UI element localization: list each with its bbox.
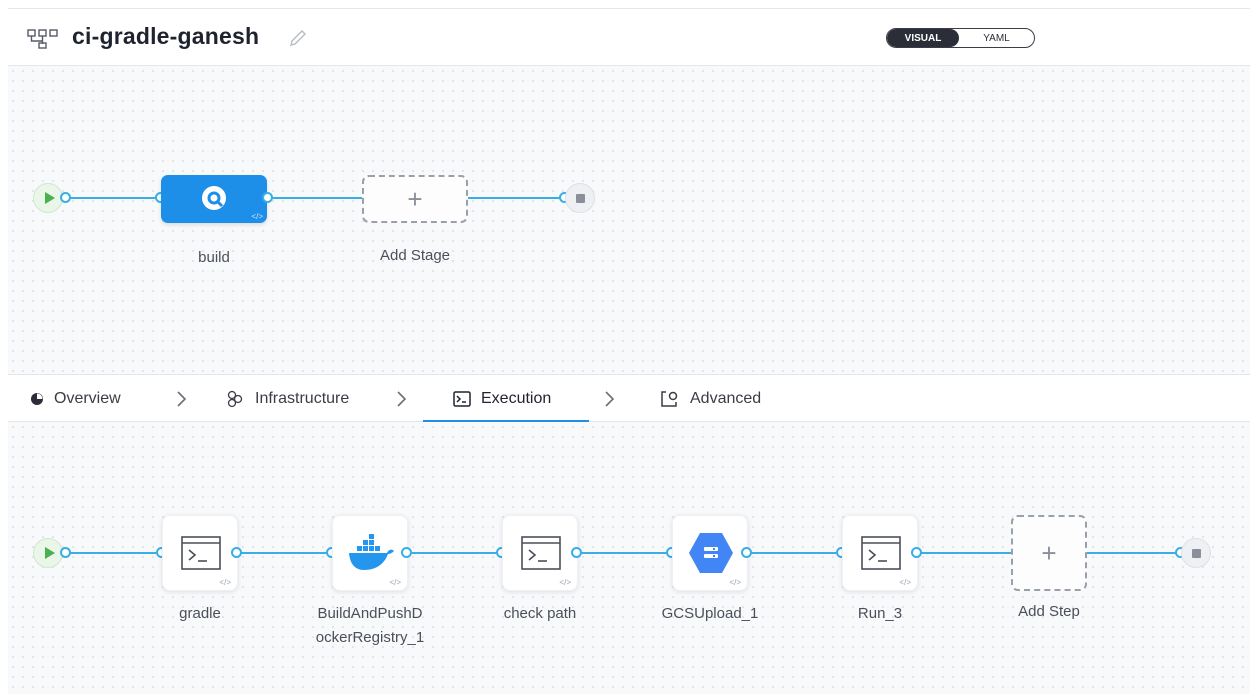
chevron-right-icon bbox=[397, 391, 407, 407]
stage-node-build[interactable]: </> bbox=[161, 175, 267, 223]
chevron-right-icon bbox=[177, 391, 187, 407]
terminal-icon bbox=[181, 536, 221, 570]
terminal-icon bbox=[861, 536, 901, 570]
tab-label: Overview bbox=[54, 390, 121, 407]
stage-pipeline-canvas[interactable]: </> build + Add Stage bbox=[8, 66, 1250, 374]
overview-icon bbox=[31, 393, 43, 405]
tab-infrastructure[interactable]: Infrastructure bbox=[225, 375, 349, 423]
stage-connector bbox=[70, 197, 164, 199]
yaml-code-icon: </> bbox=[899, 578, 911, 587]
connector-port bbox=[911, 547, 922, 558]
ci-stage-icon bbox=[202, 186, 226, 210]
yaml-code-icon: </> bbox=[389, 578, 401, 587]
connector-port bbox=[401, 547, 412, 558]
add-stage-label: Add Stage bbox=[379, 247, 451, 264]
pipeline-title: ci-gradle-ganesh bbox=[72, 23, 260, 49]
step-node-gradle[interactable]: </> bbox=[162, 515, 238, 591]
pipeline-end-node bbox=[565, 183, 595, 213]
chevron-right-icon bbox=[605, 391, 615, 407]
execution-icon bbox=[453, 391, 471, 407]
gcs-icon bbox=[689, 533, 733, 573]
step-label-gcs-upload: GCSUpload_1 bbox=[661, 605, 759, 622]
execution-end-node bbox=[1181, 538, 1211, 568]
view-mode-toggle[interactable]: VISUAL YAML bbox=[886, 28, 1035, 48]
yaml-code-icon: </> bbox=[729, 578, 741, 587]
connector-port bbox=[741, 547, 752, 558]
step-label-docker-line1: BuildAndPushD bbox=[317, 605, 423, 622]
yaml-code-icon: </> bbox=[219, 578, 231, 587]
edit-pencil-icon[interactable] bbox=[287, 27, 309, 49]
yaml-code-icon: </> bbox=[559, 578, 571, 587]
step-label-check-path: check path bbox=[503, 605, 577, 622]
step-label-gradle: gradle bbox=[179, 605, 221, 622]
add-step-button[interactable]: + bbox=[1011, 515, 1087, 591]
connector-port bbox=[262, 192, 273, 203]
tab-label: Execution bbox=[481, 390, 552, 407]
step-label-run-3: Run_3 bbox=[857, 605, 903, 622]
execution-start-node[interactable] bbox=[33, 538, 63, 568]
stage-label-build: build bbox=[198, 249, 230, 266]
step-label-docker-line2: ockerRegistry_1 bbox=[315, 629, 425, 646]
yaml-mode-button[interactable]: YAML bbox=[959, 29, 1034, 47]
docker-icon bbox=[349, 534, 394, 570]
step-node-run-3[interactable]: </> bbox=[842, 515, 918, 591]
add-stage-button[interactable]: + bbox=[362, 175, 468, 223]
pipeline-icon bbox=[27, 29, 58, 49]
connector-port bbox=[60, 547, 71, 558]
terminal-icon bbox=[521, 536, 561, 570]
step-node-gcs-upload[interactable]: </> bbox=[672, 515, 748, 591]
tab-execution[interactable]: Execution bbox=[453, 375, 551, 423]
step-node-check-path[interactable]: </> bbox=[502, 515, 578, 591]
step-label-docker: BuildAndPushD ockerRegistry_1 bbox=[290, 602, 450, 650]
stage-connector bbox=[272, 197, 367, 199]
visual-mode-button[interactable]: VISUAL bbox=[887, 29, 959, 47]
tab-overview[interactable]: Overview bbox=[30, 375, 121, 423]
connector-port bbox=[571, 547, 582, 558]
connector-port bbox=[231, 547, 242, 558]
tab-label: Advanced bbox=[690, 390, 762, 407]
pipeline-start-node[interactable] bbox=[33, 183, 63, 213]
yaml-code-icon: </> bbox=[251, 212, 263, 221]
tab-label: Infrastructure bbox=[255, 390, 350, 407]
step-node-docker[interactable]: </> bbox=[332, 515, 408, 591]
stage-tab-bar: Overview Infrastructure Execution Advanc… bbox=[8, 374, 1250, 422]
add-step-label: Add Step bbox=[1018, 603, 1080, 620]
infrastructure-icon bbox=[227, 390, 243, 408]
advanced-icon bbox=[661, 391, 678, 407]
pipeline-header: ci-gradle-ganesh VISUAL YAML bbox=[8, 8, 1250, 66]
connector-port bbox=[60, 192, 71, 203]
execution-steps-canvas[interactable]: </> gradle </> BuildAndPushD ockerRegist… bbox=[8, 422, 1250, 694]
tab-advanced[interactable]: Advanced bbox=[660, 375, 761, 423]
stage-connector bbox=[467, 197, 564, 199]
